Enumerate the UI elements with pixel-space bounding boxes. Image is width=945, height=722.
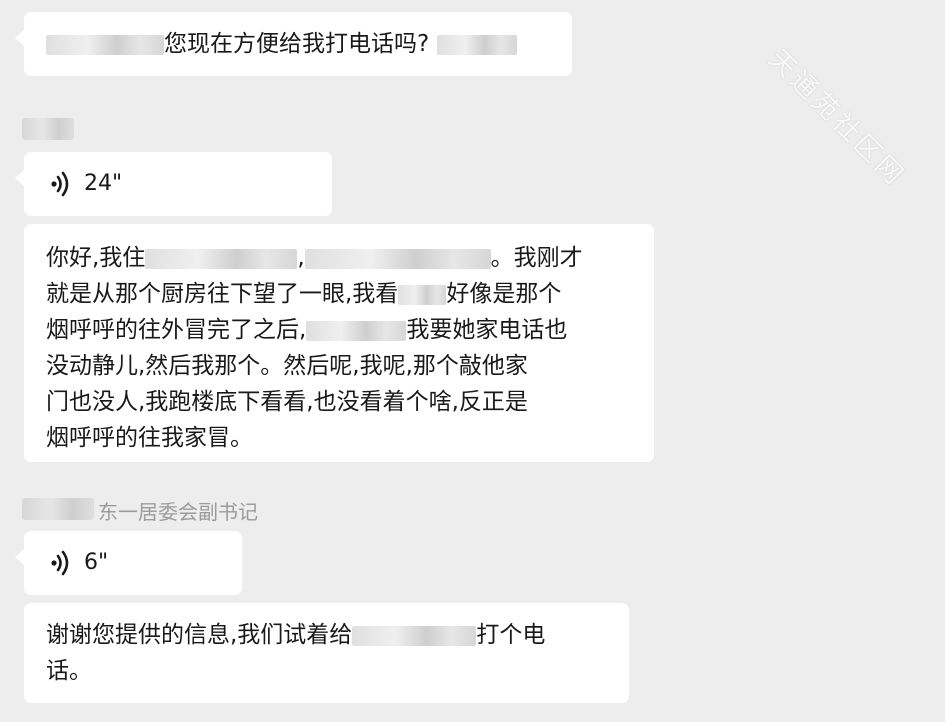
redacted-text bbox=[46, 34, 164, 55]
message-line: 你好,我住, 。我刚才 bbox=[46, 245, 583, 271]
message-line: 烟呼呼的往我家冒。 bbox=[46, 425, 253, 451]
sender-name bbox=[22, 118, 74, 140]
message-bubble[interactable]: 你好,我住, 。我刚才 就是从那个厨房往下望了一眼,我看 好像是那个 烟呼呼的往外冒… bbox=[24, 224, 654, 462]
bubble-tail bbox=[15, 548, 25, 566]
message-bubble[interactable]: 您现在方便给我打电话吗? bbox=[15, 12, 572, 76]
sender-role: 东一居委会副书记 bbox=[98, 500, 258, 524]
message-line: 就是从那个厨房往下望了一眼,我看 好像是那个 bbox=[46, 281, 562, 307]
message-line: 没动静儿,然后我那个。然后呢,我呢,那个敲他家 bbox=[46, 353, 528, 379]
message-text: 您现在方便给我打电话吗? bbox=[164, 31, 430, 57]
redacted-text bbox=[437, 34, 518, 55]
voice-duration: 24" bbox=[84, 171, 123, 196]
bubble-tail bbox=[15, 169, 25, 187]
watermark: 天通苑社区网 bbox=[762, 44, 912, 193]
voice-message[interactable]: 6" bbox=[15, 531, 242, 595]
redacted-text bbox=[306, 320, 407, 341]
message-line: 谢谢您提供的信息,我们试着给 打个电 bbox=[46, 622, 546, 648]
sender-name bbox=[22, 498, 94, 520]
message-bubble[interactable]: 谢谢您提供的信息,我们试着给 打个电 话。 bbox=[24, 603, 629, 703]
message-line: 门也没人,我跑楼底下看看,也没看着个啥,反正是 bbox=[46, 389, 528, 415]
voice-duration: 6" bbox=[84, 550, 109, 575]
redacted-text bbox=[304, 248, 491, 269]
voice-wave-icon bbox=[51, 171, 69, 197]
message-line: 话。 bbox=[46, 658, 92, 684]
redacted-text bbox=[352, 625, 477, 646]
redacted-text bbox=[398, 284, 447, 305]
bubble-tail bbox=[15, 29, 25, 47]
redacted-text bbox=[145, 248, 298, 269]
voice-message[interactable]: 24" bbox=[15, 152, 332, 216]
message-line: 烟呼呼的往外冒完了之后, 我要她家电话也 bbox=[46, 317, 568, 343]
voice-wave-icon bbox=[51, 550, 69, 576]
